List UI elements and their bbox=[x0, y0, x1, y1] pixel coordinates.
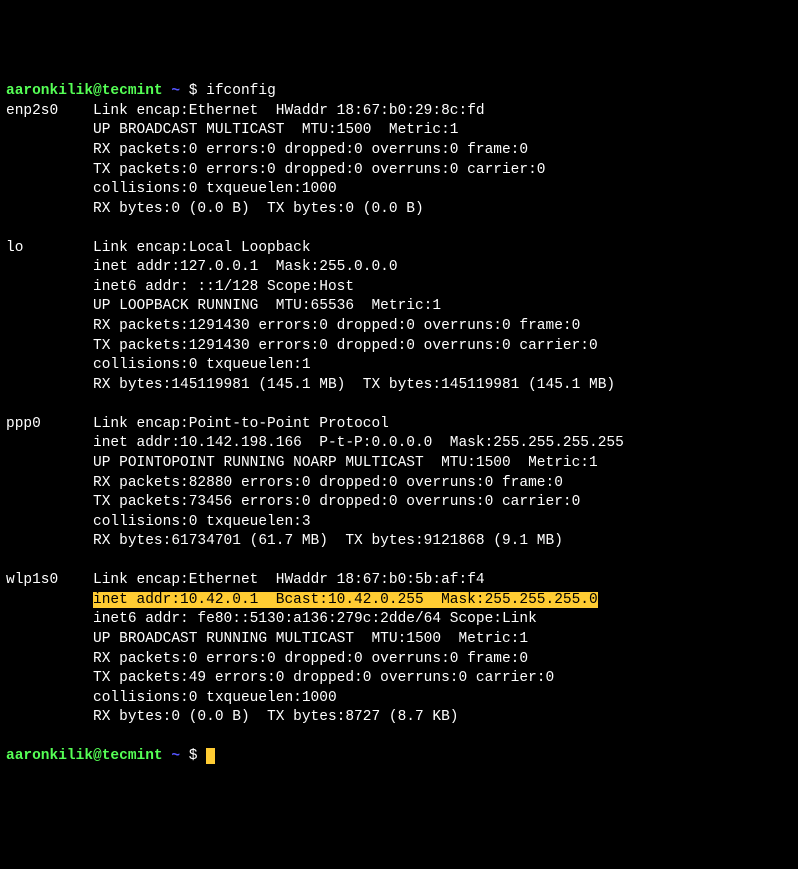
ppp0-l2: inet addr:10.142.198.166 P-t-P:0.0.0.0 M… bbox=[6, 434, 792, 454]
wlp1s0-l2-highlighted: inet addr:10.42.0.1 Bcast:10.42.0.255 Ma… bbox=[6, 591, 792, 611]
iface-line: collisions:0 txqueuelen:3 bbox=[93, 514, 311, 530]
iface-line: collisions:0 txqueuelen:1000 bbox=[93, 181, 337, 197]
iface-line: UP BROADCAST MULTICAST MTU:1500 Metric:1 bbox=[93, 122, 458, 138]
iface-line: collisions:0 txqueuelen:1 bbox=[93, 357, 311, 373]
prompt-user-host: aaronkilik@tecmint bbox=[6, 748, 163, 764]
iface-line: Link encap:Ethernet HWaddr 18:67:b0:29:8… bbox=[93, 103, 485, 119]
iface-line: RX bytes:61734701 (61.7 MB) TX bytes:912… bbox=[93, 533, 563, 549]
enp2s0-l6: RX bytes:0 (0.0 B) TX bytes:0 (0.0 B) bbox=[6, 200, 792, 220]
iface-line: UP LOOPBACK RUNNING MTU:65536 Metric:1 bbox=[93, 298, 441, 314]
iface-line: Link encap:Ethernet HWaddr 18:67:b0:5b:a… bbox=[93, 572, 485, 588]
iface-line: inet addr:10.142.198.166 P-t-P:0.0.0.0 M… bbox=[93, 435, 624, 451]
blank-line bbox=[6, 219, 792, 239]
wlp1s0-l4: UP BROADCAST RUNNING MULTICAST MTU:1500 … bbox=[6, 630, 792, 650]
terminal[interactable]: aaronkilik@tecmint ~ $ ifconfigenp2s0 Li… bbox=[6, 82, 792, 767]
lo-header: lo Link encap:Local Loopback bbox=[6, 239, 792, 259]
lo-l4: UP LOOPBACK RUNNING MTU:65536 Metric:1 bbox=[6, 297, 792, 317]
lo-l7: collisions:0 txqueuelen:1 bbox=[6, 356, 792, 376]
blank-line bbox=[6, 552, 792, 572]
iface-line: Link encap:Local Loopback bbox=[93, 240, 311, 256]
iface-name: enp2s0 bbox=[6, 103, 58, 119]
prompt-symbol: $ bbox=[189, 748, 198, 764]
wlp1s0-l3: inet6 addr: fe80::5130:a136:279c:2dde/64… bbox=[6, 610, 792, 630]
iface-line: RX packets:82880 errors:0 dropped:0 over… bbox=[93, 475, 563, 491]
lo-l6: TX packets:1291430 errors:0 dropped:0 ov… bbox=[6, 337, 792, 357]
wlp1s0-l7: collisions:0 txqueuelen:1000 bbox=[6, 689, 792, 709]
prompt-line-1: aaronkilik@tecmint ~ $ ifconfig bbox=[6, 82, 792, 102]
iface-line: inet addr:127.0.0.1 Mask:255.0.0.0 bbox=[93, 259, 398, 275]
iface-line: RX packets:1291430 errors:0 dropped:0 ov… bbox=[93, 318, 580, 334]
wlp1s0-l6: TX packets:49 errors:0 dropped:0 overrun… bbox=[6, 669, 792, 689]
enp2s0-l4: TX packets:0 errors:0 dropped:0 overruns… bbox=[6, 161, 792, 181]
iface-line: inet6 addr: fe80::5130:a136:279c:2dde/64… bbox=[93, 611, 537, 627]
cursor-icon[interactable] bbox=[206, 748, 215, 764]
iface-line: TX packets:1291430 errors:0 dropped:0 ov… bbox=[93, 338, 598, 354]
iface-line: RX packets:0 errors:0 dropped:0 overruns… bbox=[93, 142, 528, 158]
iface-line: RX bytes:0 (0.0 B) TX bytes:8727 (8.7 KB… bbox=[93, 709, 458, 725]
ppp0-l6: collisions:0 txqueuelen:3 bbox=[6, 513, 792, 533]
enp2s0-l3: RX packets:0 errors:0 dropped:0 overruns… bbox=[6, 141, 792, 161]
iface-name: lo bbox=[6, 240, 23, 256]
ppp0-l5: TX packets:73456 errors:0 dropped:0 over… bbox=[6, 493, 792, 513]
iface-name: wlp1s0 bbox=[6, 572, 58, 588]
ppp0-l7: RX bytes:61734701 (61.7 MB) TX bytes:912… bbox=[6, 532, 792, 552]
blank-line bbox=[6, 395, 792, 415]
wlp1s0-l5: RX packets:0 errors:0 dropped:0 overruns… bbox=[6, 650, 792, 670]
prompt-path: ~ bbox=[171, 83, 180, 99]
prompt-line-2: aaronkilik@tecmint ~ $ bbox=[6, 747, 792, 767]
highlighted-inet-line: inet addr:10.42.0.1 Bcast:10.42.0.255 Ma… bbox=[93, 592, 598, 608]
prompt-symbol: $ bbox=[189, 83, 198, 99]
lo-l5: RX packets:1291430 errors:0 dropped:0 ov… bbox=[6, 317, 792, 337]
prompt-user-host: aaronkilik@tecmint bbox=[6, 83, 163, 99]
ppp0-l3: UP POINTOPOINT RUNNING NOARP MULTICAST M… bbox=[6, 454, 792, 474]
wlp1s0-l8: RX bytes:0 (0.0 B) TX bytes:8727 (8.7 KB… bbox=[6, 708, 792, 728]
lo-l2: inet addr:127.0.0.1 Mask:255.0.0.0 bbox=[6, 258, 792, 278]
iface-line: UP POINTOPOINT RUNNING NOARP MULTICAST M… bbox=[93, 455, 598, 471]
command-input[interactable]: ifconfig bbox=[206, 83, 276, 99]
ppp0-l4: RX packets:82880 errors:0 dropped:0 over… bbox=[6, 474, 792, 494]
iface-line: TX packets:0 errors:0 dropped:0 overruns… bbox=[93, 162, 545, 178]
iface-line: RX bytes:145119981 (145.1 MB) TX bytes:1… bbox=[93, 377, 615, 393]
lo-l8: RX bytes:145119981 (145.1 MB) TX bytes:1… bbox=[6, 376, 792, 396]
blank-line bbox=[6, 728, 792, 748]
enp2s0-header: enp2s0 Link encap:Ethernet HWaddr 18:67:… bbox=[6, 102, 792, 122]
enp2s0-l2: UP BROADCAST MULTICAST MTU:1500 Metric:1 bbox=[6, 121, 792, 141]
wlp1s0-header: wlp1s0 Link encap:Ethernet HWaddr 18:67:… bbox=[6, 571, 792, 591]
iface-line: UP BROADCAST RUNNING MULTICAST MTU:1500 … bbox=[93, 631, 528, 647]
iface-line: TX packets:49 errors:0 dropped:0 overrun… bbox=[93, 670, 554, 686]
iface-name: ppp0 bbox=[6, 416, 41, 432]
iface-line: inet6 addr: ::1/128 Scope:Host bbox=[93, 279, 354, 295]
ppp0-header: ppp0 Link encap:Point-to-Point Protocol bbox=[6, 415, 792, 435]
iface-line: collisions:0 txqueuelen:1000 bbox=[93, 690, 337, 706]
iface-line: RX bytes:0 (0.0 B) TX bytes:0 (0.0 B) bbox=[93, 201, 424, 217]
prompt-path: ~ bbox=[171, 748, 180, 764]
iface-line: TX packets:73456 errors:0 dropped:0 over… bbox=[93, 494, 580, 510]
lo-l3: inet6 addr: ::1/128 Scope:Host bbox=[6, 278, 792, 298]
enp2s0-l5: collisions:0 txqueuelen:1000 bbox=[6, 180, 792, 200]
iface-line: Link encap:Point-to-Point Protocol bbox=[93, 416, 389, 432]
iface-line: RX packets:0 errors:0 dropped:0 overruns… bbox=[93, 651, 528, 667]
